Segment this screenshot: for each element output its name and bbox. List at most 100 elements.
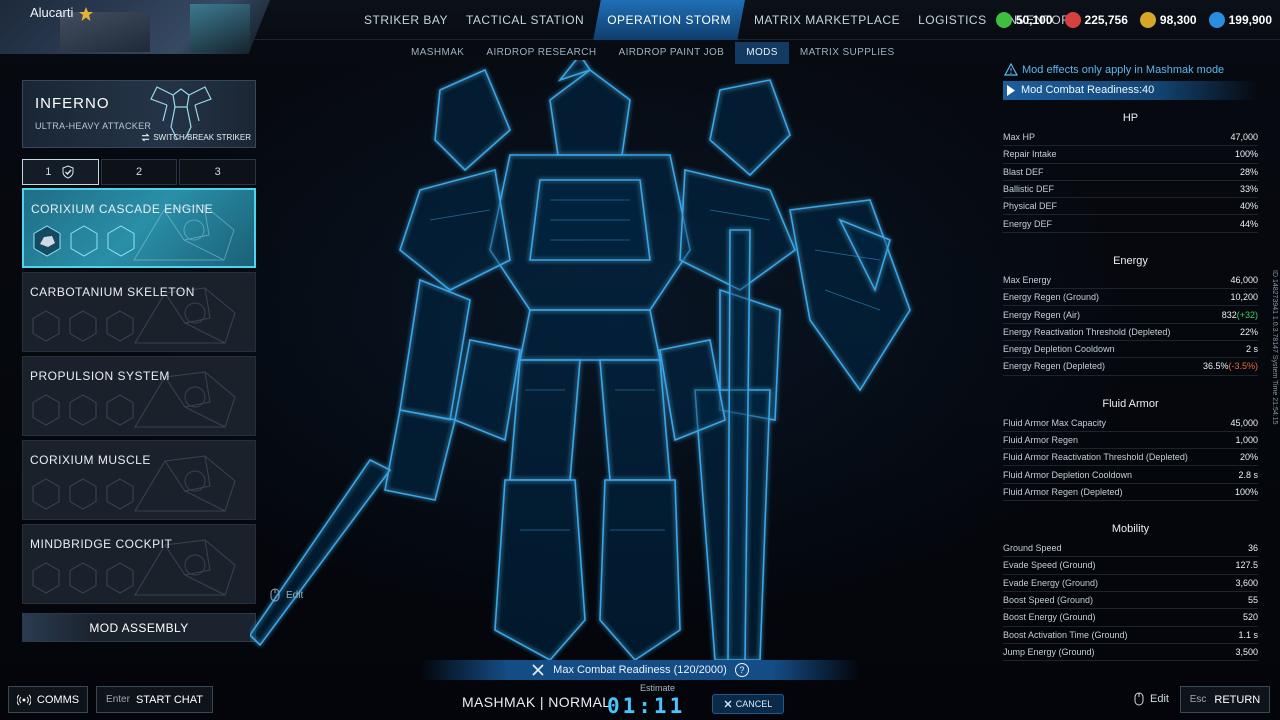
stat-label: Boost Speed (Ground) [1003, 595, 1094, 606]
empty-socket-icon[interactable] [29, 393, 63, 427]
nav-item-operation-storm[interactable]: OPERATION STORM [593, 0, 745, 40]
mod-slot-corixium-muscle[interactable]: CORIXIUM MUSCLE [22, 440, 256, 520]
player-banner[interactable]: Alucarti [0, 0, 270, 54]
edit-button[interactable]: Edit [1134, 692, 1169, 706]
currency-bar: 50,100 225,756 98,300 199,900 [995, 0, 1272, 40]
currency-value: 50,100 [1015, 13, 1053, 27]
mod-slot-corixium-cascade-engine[interactable]: CORIXIUM CASCADE ENGINE [22, 188, 256, 268]
preset-tab-2[interactable]: 2 [100, 159, 178, 185]
stat-value-group: 1.1 s [1238, 630, 1258, 640]
stat-section-hp: HP Max HP 47,000 Repair Intake 100% Blast DEF… [1003, 112, 1258, 233]
mod-slot-label: CORIXIUM CASCADE ENGINE [31, 202, 214, 216]
switch-striker-label: SWITCH BREAK STRIKER [153, 133, 251, 142]
stat-value-group: 28% [1240, 167, 1258, 177]
stat-value: 2 s [1245, 344, 1258, 355]
currency-item[interactable]: 50,100 [995, 12, 1053, 28]
marker-icon [1007, 85, 1015, 96]
help-icon[interactable]: ? [734, 663, 749, 677]
striker-card[interactable]: INFERNO ULTRA-HEAVY ATTACKER SWITCH BREA… [22, 80, 256, 148]
stat-label: Fluid Armor Reactivation Threshold (Depl… [1003, 452, 1188, 463]
warning-icon [1004, 63, 1018, 76]
empty-socket-icon[interactable] [66, 393, 100, 427]
empty-socket-icon[interactable] [103, 477, 137, 511]
stat-label: Energy DEF [1003, 218, 1053, 229]
stat-row: Physical DEF 40% [1003, 198, 1258, 216]
cancel-queue-button[interactable]: CANCEL [712, 694, 784, 714]
player-name: Alucarti [30, 5, 74, 20]
stat-value-group: 45,000 [1230, 418, 1258, 428]
stat-row: Energy DEF 44% [1003, 215, 1258, 233]
empty-socket-icon[interactable] [66, 561, 100, 595]
nav-item-striker-bay[interactable]: STRIKER BAY [355, 0, 457, 40]
mech-portrait [60, 12, 150, 52]
stat-label: Max HP [1003, 132, 1036, 143]
stat-row: Evade Energy (Ground) 3,600 [1003, 575, 1258, 592]
stat-label: Max Energy [1003, 274, 1052, 285]
switch-icon [141, 133, 150, 142]
currency-item[interactable]: 225,756 [1064, 12, 1128, 28]
empty-socket-icon[interactable] [29, 309, 63, 343]
stat-row: Evade Speed (Ground) 127.5 [1003, 557, 1258, 575]
mod-slot-propulsion-system[interactable]: PROPULSION SYSTEM [22, 356, 256, 436]
stat-row: Fluid Armor Max Capacity 45,000 [1003, 415, 1258, 432]
stat-delta: (-3.5%) [1228, 361, 1258, 372]
empty-socket-icon[interactable] [103, 393, 137, 427]
edit-hint[interactable]: Edit [270, 588, 303, 602]
switch-striker-button[interactable]: SWITCH BREAK STRIKER [141, 133, 251, 142]
stat-value: 3,500 [1235, 646, 1258, 657]
empty-socket-icon[interactable] [29, 477, 63, 511]
empty-socket-icon[interactable] [67, 224, 101, 258]
stat-value-group: 1,000 [1235, 435, 1258, 445]
empty-socket-icon[interactable] [103, 309, 137, 343]
stat-label: Fluid Armor Max Capacity [1003, 417, 1107, 428]
empty-socket-icon[interactable] [29, 561, 63, 595]
nav-item-logistics[interactable]: LOGISTICS [909, 0, 996, 40]
stat-value: 36 [1247, 543, 1258, 554]
stat-section-fluid-armor: Fluid Armor Fluid Armor Max Capacity 45,00… [1003, 398, 1258, 502]
radio-waves-icon [16, 694, 31, 705]
stat-value-group: 47,000 [1230, 132, 1258, 142]
stat-value: 44% [1239, 218, 1258, 229]
stat-label: Ballistic DEF [1003, 184, 1055, 195]
empty-socket-icon[interactable] [66, 309, 100, 343]
nav-item-matrix-marketplace[interactable]: MATRIX MARKETPLACE [745, 0, 909, 40]
striker-class: ULTRA-HEAVY ATTACKER [35, 121, 152, 131]
mod-notice: Mod effects only apply in Mashmak mode [1004, 63, 1224, 76]
stat-value: 10,200 [1230, 292, 1258, 303]
crossed-swords-icon [532, 664, 544, 676]
empty-socket-icon[interactable] [66, 477, 100, 511]
empty-socket-icon[interactable] [103, 561, 137, 595]
installed-mod-icon[interactable] [30, 224, 64, 258]
nav-item-tactical-station[interactable]: TACTICAL STATION [457, 0, 593, 40]
stat-row: Ballistic DEF 33% [1003, 181, 1258, 199]
mod-slot-carbotanium-skeleton[interactable]: CARBOTANIUM SKELETON [22, 272, 256, 352]
start-chat-button[interactable]: Enter START CHAT [96, 686, 213, 713]
currency-item[interactable]: 199,900 [1208, 12, 1272, 28]
main-nav: STRIKER BAY TACTICAL STATION OPERATION STO… [355, 0, 1088, 40]
preset-tab-3[interactable]: 3 [179, 159, 257, 185]
comms-button[interactable]: COMMS [8, 686, 88, 713]
mod-assembly-art [23, 614, 93, 641]
mod-slot-label: PROPULSION SYSTEM [30, 369, 170, 383]
stat-label: Energy Regen (Depleted) [1003, 361, 1106, 372]
stat-section-mobility: Mobility Ground Speed 36 Evade Speed (Groun… [1003, 523, 1258, 662]
stat-label: Jump Energy (Ground) [1003, 646, 1095, 657]
chat-label: START CHAT [135, 693, 203, 706]
chat-key-hint: Enter [106, 694, 130, 705]
mod-assembly-button[interactable]: MOD ASSEMBLY [22, 613, 256, 642]
mod-slot-mindbridge-cockpit[interactable]: MINDBRIDGE COCKPIT [22, 524, 256, 604]
mod-slot-label: MINDBRIDGE COCKPIT [30, 537, 173, 551]
return-button[interactable]: Esc RETURN [1180, 686, 1270, 713]
preset-label: 1 [45, 166, 52, 178]
estimate-label: Estimate [640, 683, 676, 693]
empty-socket-icon[interactable] [104, 224, 138, 258]
stat-value: 55 [1247, 595, 1258, 606]
stat-value-group: 33% [1240, 184, 1258, 194]
stat-value-group: 10,200 [1230, 292, 1258, 302]
stat-label: Boost Energy (Ground) [1003, 612, 1096, 623]
stat-value-group: 55 [1248, 595, 1258, 605]
stat-row: Energy Reactivation Threshold (Depleted)… [1003, 324, 1258, 341]
preset-tab-1[interactable]: 1 [22, 159, 99, 185]
currency-item[interactable]: 98,300 [1139, 12, 1197, 28]
stat-value: 28% [1239, 166, 1258, 177]
